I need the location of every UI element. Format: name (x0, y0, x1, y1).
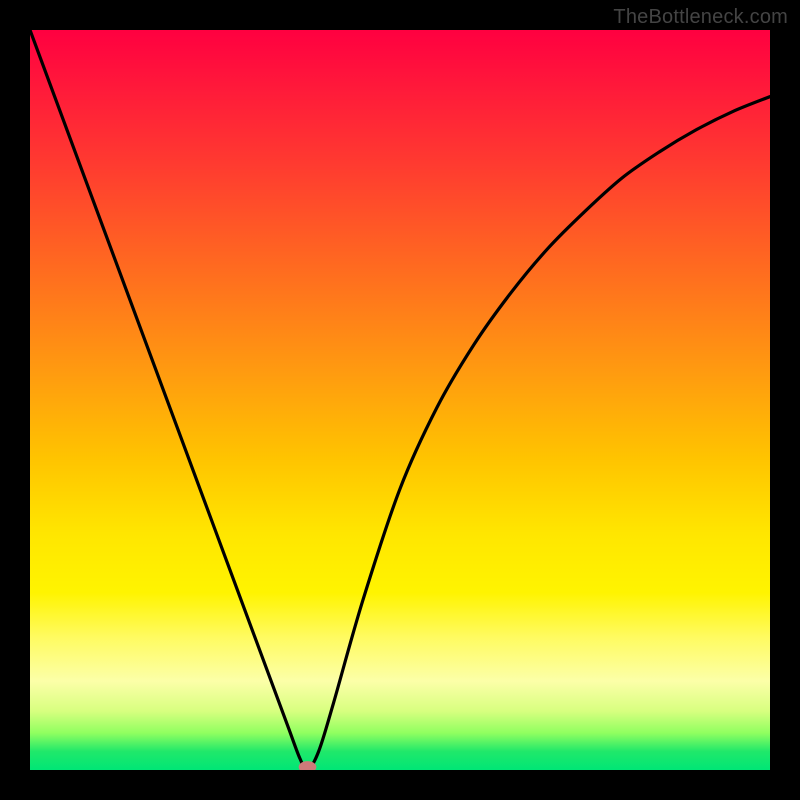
bottleneck-curve (30, 30, 770, 770)
watermark-text: TheBottleneck.com (613, 6, 788, 29)
chart-frame: TheBottleneck.com (0, 0, 800, 800)
curve-layer (30, 30, 770, 770)
plot-area (30, 30, 770, 770)
